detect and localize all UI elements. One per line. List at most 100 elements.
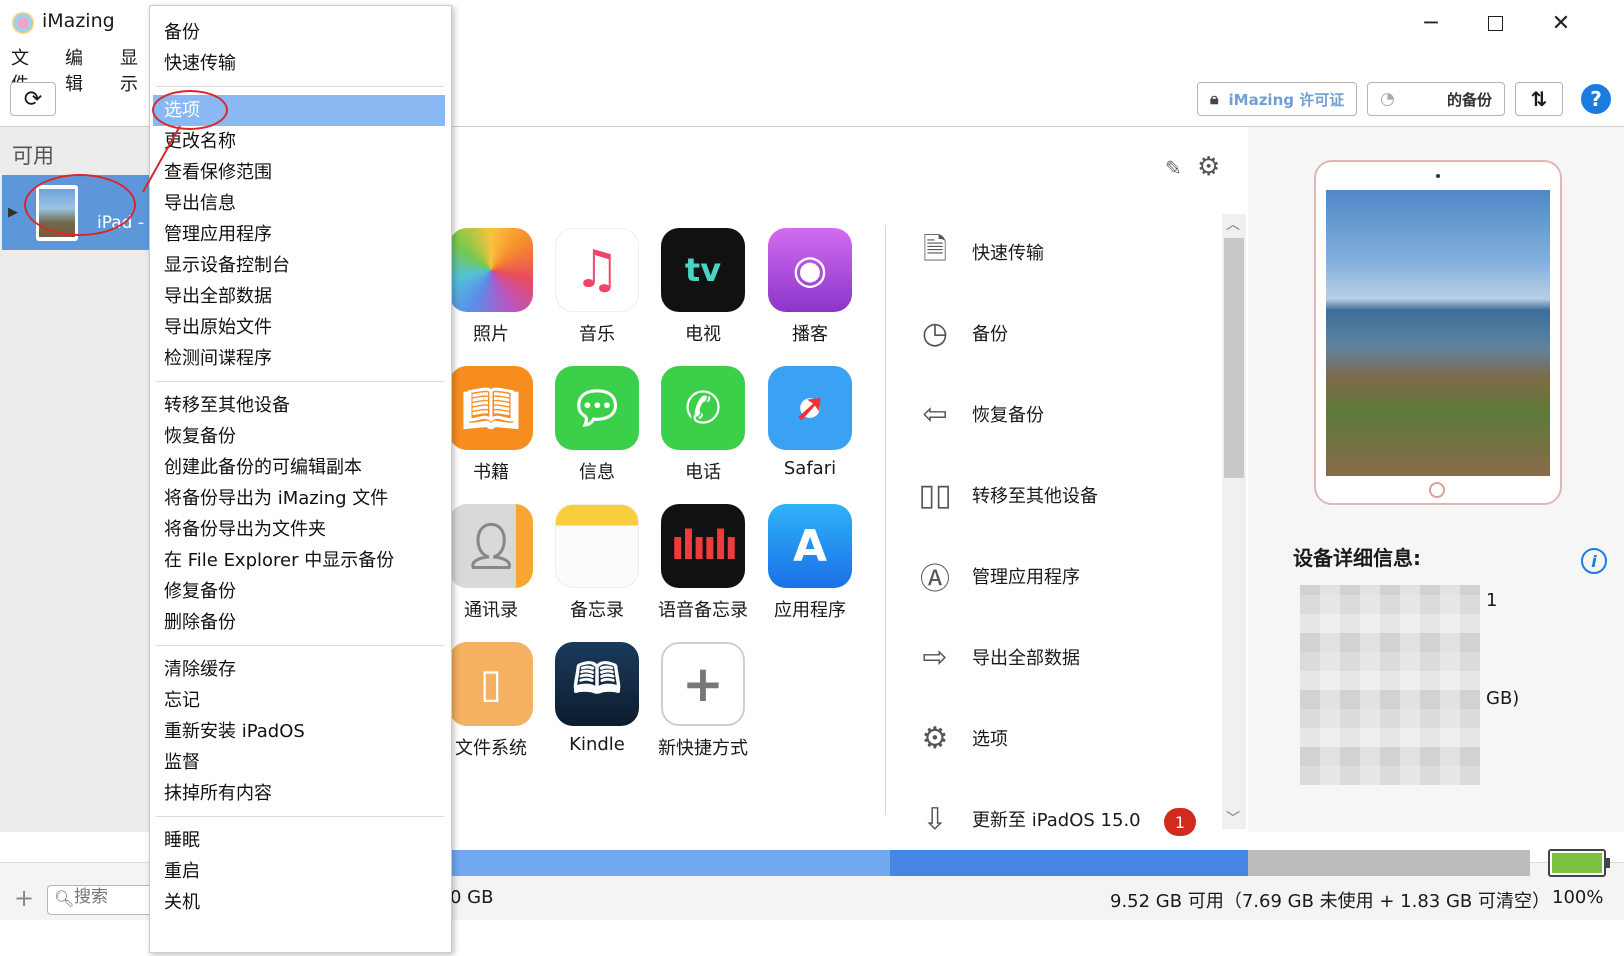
scrollbar-thumb[interactable] [1224,238,1244,478]
backup-status-button[interactable]: ◔ 的备份 [1367,82,1505,116]
license-label: iMazing 许可证 [1228,90,1345,109]
phone-icon: ✆ [661,366,745,450]
menu-item-restart[interactable]: 重启 [164,857,200,883]
menu-item-clear-cache[interactable]: 清除缓存 [164,655,236,681]
messages-icon: 💬︎ [555,366,639,450]
app-messages[interactable]: 💬︎ 信息 [542,366,652,484]
menu-item-supervise[interactable]: 监督 [164,748,200,774]
app-safari[interactable]: ➚ Safari [755,366,865,479]
books-icon: 📖︎ [449,366,533,450]
app-label: 应用程序 [774,600,846,621]
menu-item-show-in-explorer[interactable]: 在 File Explorer 中显示备份 [164,546,394,572]
action-restore-backup[interactable]: ⇦ 恢复备份 [908,387,1044,441]
app-file-system[interactable]: ▯ 文件系统 [436,642,546,760]
menu-item-quick-transfer[interactable]: 快速传输 [164,49,236,75]
app-music[interactable]: ♫ 音乐 [542,228,652,346]
settings-gear-icon[interactable]: ⚙ [1197,152,1220,182]
menu-item-export-imazing-file[interactable]: 将备份导出为 iMazing 文件 [164,484,388,510]
app-kindle[interactable]: 🕮︎ Kindle [542,642,652,755]
menu-item-detect-spyware[interactable]: 检测间谍程序 [164,344,272,370]
minimize-button[interactable]: ─ [1408,8,1454,38]
search-icon: 🔍︎ [54,889,75,908]
file-icon: ▯ [449,642,533,726]
help-button[interactable]: ? [1581,84,1611,114]
app-notes[interactable]: 备忘录 [542,504,652,622]
action-label: 更新至 iPadOS 15.0 [972,810,1141,831]
close-button[interactable]: ✕ [1538,8,1584,38]
license-button[interactable]: 🔒︎ iMazing 许可证 [1197,82,1357,116]
maximize-button[interactable] [1472,8,1518,38]
app-label: 通讯录 [464,600,518,621]
scroll-down-chevron-icon[interactable]: ﹀ [1226,808,1240,828]
scroll-up-chevron-icon[interactable]: ︿ [1226,214,1240,234]
menu-item-delete-backup[interactable]: 删除备份 [164,608,236,634]
battery-fill [1552,853,1602,873]
menu-item-export-all-data[interactable]: 导出全部数据 [164,282,272,308]
menu-item-reinstall-ipados[interactable]: 重新安装 iPadOS [164,717,305,743]
edit-pencil-icon[interactable]: ✎ [1165,156,1182,180]
menu-item-show-console[interactable]: 显示设备控制台 [164,251,290,277]
refresh-icon: ⟳ [23,86,43,112]
action-label: 选项 [972,729,1008,750]
menu-item-sleep[interactable]: 睡眠 [164,826,200,852]
details-fragment: GB) [1486,688,1520,709]
menu-edit[interactable]: 编辑 [65,44,83,96]
app-contacts[interactable]: 👤︎ 通讯录 [436,504,546,622]
device-details-redacted [1300,585,1480,785]
app-photos[interactable]: 照片 [436,228,546,346]
menu-item-manage-apps[interactable]: 管理应用程序 [164,220,272,246]
backup-label: 的备份 [1446,90,1492,109]
app-tv[interactable]: tv 电视 [648,228,758,346]
restore-device-icon: ⇦ [922,396,948,432]
action-manage-apps[interactable]: Ⓐ 管理应用程序 [908,549,1080,603]
action-backup[interactable]: ◷ 备份 [908,306,1008,360]
action-quick-transfer[interactable]: 🗎︎ 快速传输 [908,225,1044,279]
app-label: 语音备忘录 [658,600,748,621]
menu-item-restore-backup[interactable]: 恢复备份 [164,422,236,448]
photos-icon [449,228,533,312]
ipad-camera [1436,174,1440,178]
lock-icon: 🔒︎ [1210,89,1219,108]
action-options[interactable]: ⚙ 选项 [908,711,1008,765]
action-transfer-device[interactable]: ▯▯ 转移至其他设备 [908,468,1098,522]
app-podcasts[interactable]: ◉ 播客 [755,228,865,346]
menu-item-repair-backup[interactable]: 修复备份 [164,577,236,603]
menu-item-shutdown[interactable]: 关机 [164,888,200,914]
menu-item-backup[interactable]: 备份 [164,18,200,44]
add-plus-icon[interactable]: + [14,884,34,912]
app-label: 文件系统 [455,738,527,759]
app-label: 书籍 [473,462,509,483]
action-label: 快速传输 [972,243,1044,264]
app-app-store[interactable]: A 应用程序 [755,504,865,622]
sidebar-heading: 可用 [12,144,54,168]
annotation-circle-device [24,174,136,236]
app-label: Safari [783,458,837,479]
details-fragment: 1 [1486,590,1498,611]
menu-item-editable-copy[interactable]: 创建此备份的可编辑副本 [164,453,362,479]
menu-item-export-raw-files[interactable]: 导出原始文件 [164,313,272,339]
annotation-arrow [142,125,181,193]
menu-item-erase-all[interactable]: 抹掉所有内容 [164,779,272,805]
search-input[interactable] [74,887,154,907]
app-voice-memos[interactable]: ılıılı 语音备忘录 [648,504,758,622]
app-new-shortcut[interactable]: + 新快捷方式 [648,642,758,760]
action-label: 备份 [972,324,1008,345]
menu-item-forget[interactable]: 忘记 [164,686,200,712]
gears-icon: ⚙ [921,720,949,756]
menu-item-export-folder[interactable]: 将备份导出为文件夹 [164,515,326,541]
app-phone[interactable]: ✆ 电话 [648,366,758,484]
app-books[interactable]: 📖︎ 书籍 [436,366,546,484]
refresh-button[interactable]: ⟳ [10,82,56,116]
notes-icon [555,504,639,588]
device-details-heading: 设备详细信息: [1293,546,1421,570]
battery-icon [1548,849,1606,877]
action-export-all[interactable]: ⇨ 导出全部数据 [908,630,1080,684]
menu-item-transfer-device[interactable]: 转移至其他设备 [164,391,290,417]
menu-view[interactable]: 显示 [120,44,138,96]
up-down-arrows-icon: ⇅ [1530,87,1548,111]
action-update-ipados[interactable]: ⇩ 更新至 iPadOS 15.0 [908,792,1141,846]
info-icon[interactable]: i [1581,548,1607,574]
expand-arrow-icon[interactable]: ▶ [8,205,18,220]
transfer-button[interactable]: ⇅ [1515,82,1563,116]
app-label: 信息 [579,462,615,483]
